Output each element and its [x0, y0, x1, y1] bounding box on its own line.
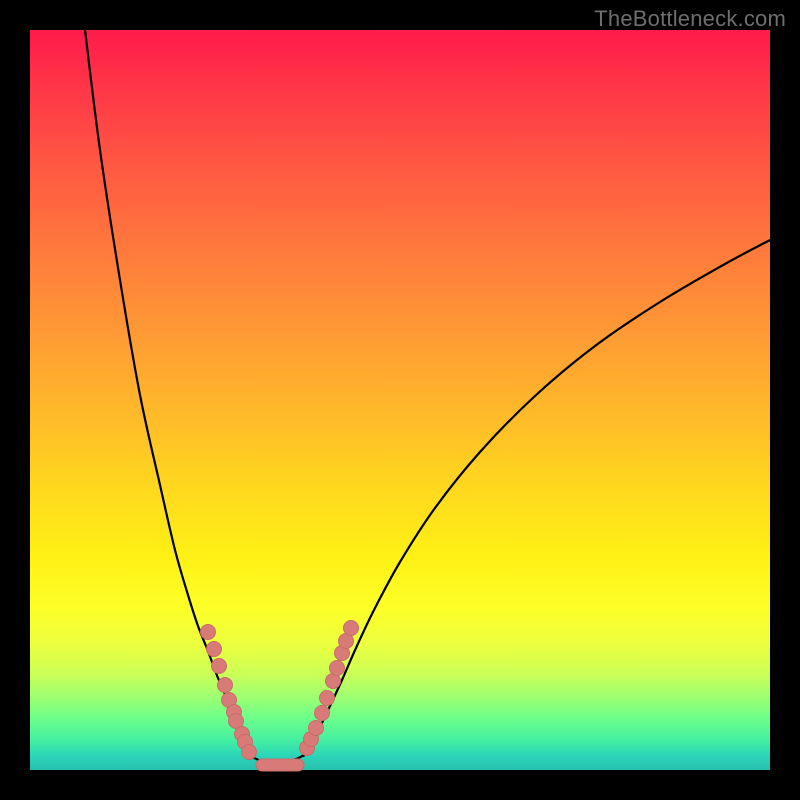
watermark-text: TheBottleneck.com	[594, 6, 786, 32]
marker-dot	[315, 706, 330, 721]
curve-svg	[30, 30, 770, 770]
marker-dot	[212, 659, 227, 674]
plot-gradient-area	[30, 30, 770, 770]
marker-dot	[320, 691, 335, 706]
dots-right-group	[300, 621, 359, 756]
bottleneck-curve	[85, 30, 770, 762]
bottom-pill	[256, 759, 304, 771]
marker-dot	[218, 678, 233, 693]
marker-dot	[242, 745, 257, 760]
dots-left-group	[201, 625, 257, 760]
chart-frame: TheBottleneck.com	[0, 0, 800, 800]
marker-dot	[344, 621, 359, 636]
marker-dot	[201, 625, 216, 640]
marker-dot	[330, 661, 345, 676]
marker-dot	[207, 642, 222, 657]
marker-dot	[309, 721, 324, 736]
